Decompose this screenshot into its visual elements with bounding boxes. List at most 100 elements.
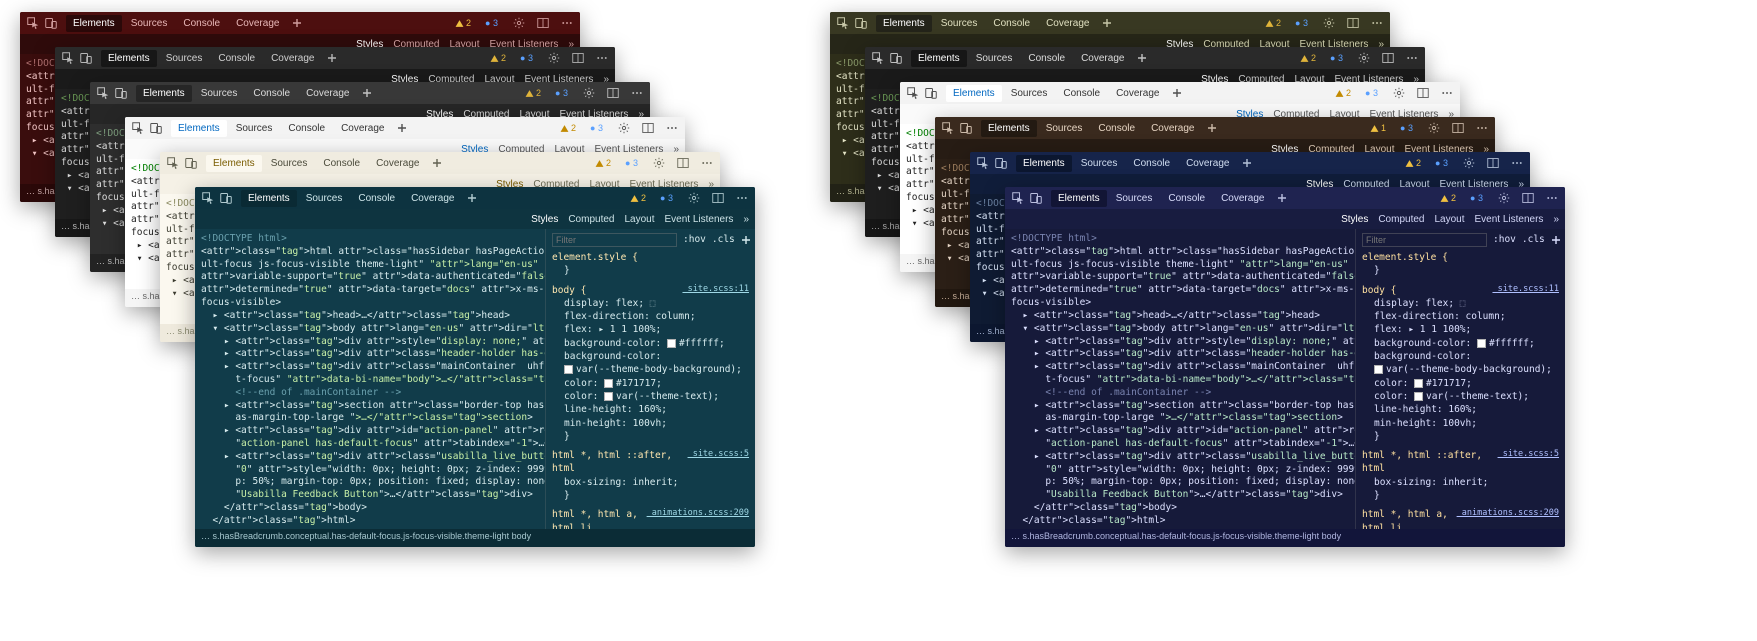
more-icon[interactable] [595, 51, 609, 65]
style-rule[interactable]: _site.scss:11body {display: flex; ⬚flex-… [1362, 284, 1559, 444]
tab-console[interactable]: Console [1021, 50, 1072, 67]
styles-filter-input[interactable] [1362, 233, 1487, 247]
dom-line[interactable]: ▸ <attr">class="tag">div attr">class="us… [1011, 451, 1349, 464]
settings-icon[interactable] [1322, 16, 1336, 30]
more-icon[interactable] [1370, 16, 1384, 30]
dom-line[interactable]: as-margin-top-large ">…</"attr">class="t… [1011, 412, 1349, 425]
more-icon[interactable] [1405, 51, 1419, 65]
style-property[interactable]: } [1362, 489, 1559, 502]
subtab-styles[interactable]: Styles [1341, 214, 1368, 225]
tab-coverage[interactable]: Coverage [264, 50, 321, 67]
dom-line[interactable]: ▸ <attr">class="tag">div attr">style="di… [1011, 336, 1349, 349]
dom-line[interactable]: t-focus" "attr">data-bi-name="body">…</"… [201, 374, 539, 387]
dom-line[interactable]: <attr">class="tag">html attr">class="has… [201, 246, 539, 259]
device-icon[interactable] [184, 156, 198, 170]
tab-console[interactable]: Console [1091, 120, 1142, 137]
style-property[interactable]: background-color: [1362, 350, 1559, 363]
more-icon[interactable] [665, 121, 679, 135]
settings-icon[interactable] [1427, 121, 1441, 135]
dom-line[interactable]: p: 50%; margin-top: 0px; position: fixed… [1011, 476, 1349, 489]
dom-line[interactable]: focus-visible> [1011, 297, 1349, 310]
tab-sources[interactable]: Sources [1004, 85, 1055, 102]
style-rule[interactable]: _animations.scss:209html *, html a, html… [552, 508, 749, 529]
add-tab-icon[interactable] [1240, 156, 1254, 170]
style-property[interactable]: } [552, 489, 749, 502]
error-badge[interactable]: ● 3 [619, 158, 642, 168]
dom-line[interactable]: </attr">class="tag">body> [1011, 502, 1349, 515]
dock-split-icon[interactable] [1521, 191, 1535, 205]
warning-badge[interactable]: 2 [1329, 88, 1355, 98]
tab-console[interactable]: Console [246, 85, 297, 102]
settings-icon[interactable] [547, 51, 561, 65]
error-badge[interactable]: ● 3 [479, 18, 502, 28]
dom-line[interactable]: ult-focus js-focus-visible theme-light" … [201, 259, 539, 272]
tab-sources[interactable]: Sources [229, 120, 280, 137]
tab-elements[interactable]: Elements [946, 85, 1002, 102]
inspect-icon[interactable] [941, 121, 955, 135]
warning-badge[interactable]: 2 [589, 158, 615, 168]
breadcrumb[interactable]: … s.hasBreadcrumb.conceptual.has-default… [1005, 529, 1565, 547]
rule-source-link[interactable]: _site.scss:11 [682, 284, 749, 296]
inspect-icon[interactable] [61, 51, 75, 65]
add-tab-icon[interactable] [430, 156, 444, 170]
dom-line[interactable]: ▸ <attr">class="tag">div attr">class="ma… [1011, 361, 1349, 374]
tab-console[interactable]: Console [986, 15, 1037, 32]
dom-tree[interactable]: <!DOCTYPE html><attr">class="tag">html a… [195, 229, 545, 529]
style-property[interactable]: min-height: 100vh; [1362, 417, 1559, 430]
subtab-event-listeners[interactable]: Event Listeners [665, 214, 734, 225]
more-icon[interactable] [630, 86, 644, 100]
tab-elements[interactable]: Elements [101, 50, 157, 67]
tab-coverage[interactable]: Coverage [334, 120, 391, 137]
dom-line[interactable]: "action-panel has-default-focus" attr">t… [1011, 438, 1349, 451]
dock-split-icon[interactable] [1416, 86, 1430, 100]
device-icon[interactable] [149, 121, 163, 135]
tab-console[interactable]: Console [351, 190, 402, 207]
style-property[interactable]: flex-direction: column; [1362, 310, 1559, 323]
add-tab-icon[interactable] [1170, 86, 1184, 100]
tab-sources[interactable]: Sources [264, 155, 315, 172]
style-property[interactable]: } [552, 264, 749, 277]
style-property[interactable]: color: var(--theme-text); [1362, 390, 1559, 403]
rule-source-link[interactable]: _site.scss:5 [1498, 449, 1559, 461]
tab-coverage[interactable]: Coverage [1144, 120, 1201, 137]
settings-icon[interactable] [512, 16, 526, 30]
dom-line[interactable]: attr">determined="true" attr">data-targe… [201, 284, 539, 297]
device-icon[interactable] [114, 86, 128, 100]
dom-line[interactable]: p: 50%; margin-top: 0px; position: fixed… [201, 476, 539, 489]
style-property[interactable]: min-height: 100vh; [552, 417, 749, 430]
style-property[interactable]: } [552, 430, 749, 443]
settings-icon[interactable] [1497, 191, 1511, 205]
dom-line[interactable]: "action-panel has-default-focus" attr">t… [201, 438, 539, 451]
style-property[interactable]: color: #171717; [552, 377, 749, 390]
tab-console[interactable]: Console [281, 120, 332, 137]
dom-line[interactable]: ▸ <attr">class="tag">section attr">class… [201, 400, 539, 413]
dock-split-icon[interactable] [571, 51, 585, 65]
tab-console[interactable]: Console [211, 50, 262, 67]
error-badge[interactable]: ● 3 [654, 193, 677, 203]
dock-split-icon[interactable] [1346, 16, 1360, 30]
dock-split-icon[interactable] [1381, 51, 1395, 65]
device-icon[interactable] [854, 16, 868, 30]
tab-coverage[interactable]: Coverage [299, 85, 356, 102]
dom-line[interactable]: ▸ <attr">class="tag">head>…</attr">class… [1011, 310, 1349, 323]
dom-line[interactable]: ▾ <attr">class="tag">body attr">lang="en… [201, 323, 539, 336]
tab-coverage[interactable]: Coverage [229, 15, 286, 32]
dom-tree[interactable]: <!DOCTYPE html><attr">class="tag">html a… [1005, 229, 1355, 529]
style-property[interactable]: } [1362, 264, 1559, 277]
dom-line[interactable]: </attr">class="tag">body> [201, 502, 539, 515]
inspect-icon[interactable] [976, 156, 990, 170]
tab-coverage[interactable]: Coverage [1074, 50, 1131, 67]
hov-toggle[interactable]: :hov [683, 233, 706, 246]
warning-badge[interactable]: 2 [1399, 158, 1425, 168]
inspect-icon[interactable] [96, 86, 110, 100]
dom-line[interactable]: ▸ <attr">class="tag">div attr">class="ma… [201, 361, 539, 374]
inspect-icon[interactable] [836, 16, 850, 30]
warning-badge[interactable]: 2 [1259, 18, 1285, 28]
tab-console[interactable]: Console [1161, 190, 1212, 207]
tab-elements[interactable]: Elements [1051, 190, 1107, 207]
device-icon[interactable] [994, 156, 1008, 170]
error-badge[interactable]: ● 3 [514, 53, 537, 63]
tab-elements[interactable]: Elements [206, 155, 262, 172]
rule-source-link[interactable]: _site.scss:5 [688, 449, 749, 461]
rule-source-link[interactable]: _animations.scss:209 [647, 508, 749, 520]
